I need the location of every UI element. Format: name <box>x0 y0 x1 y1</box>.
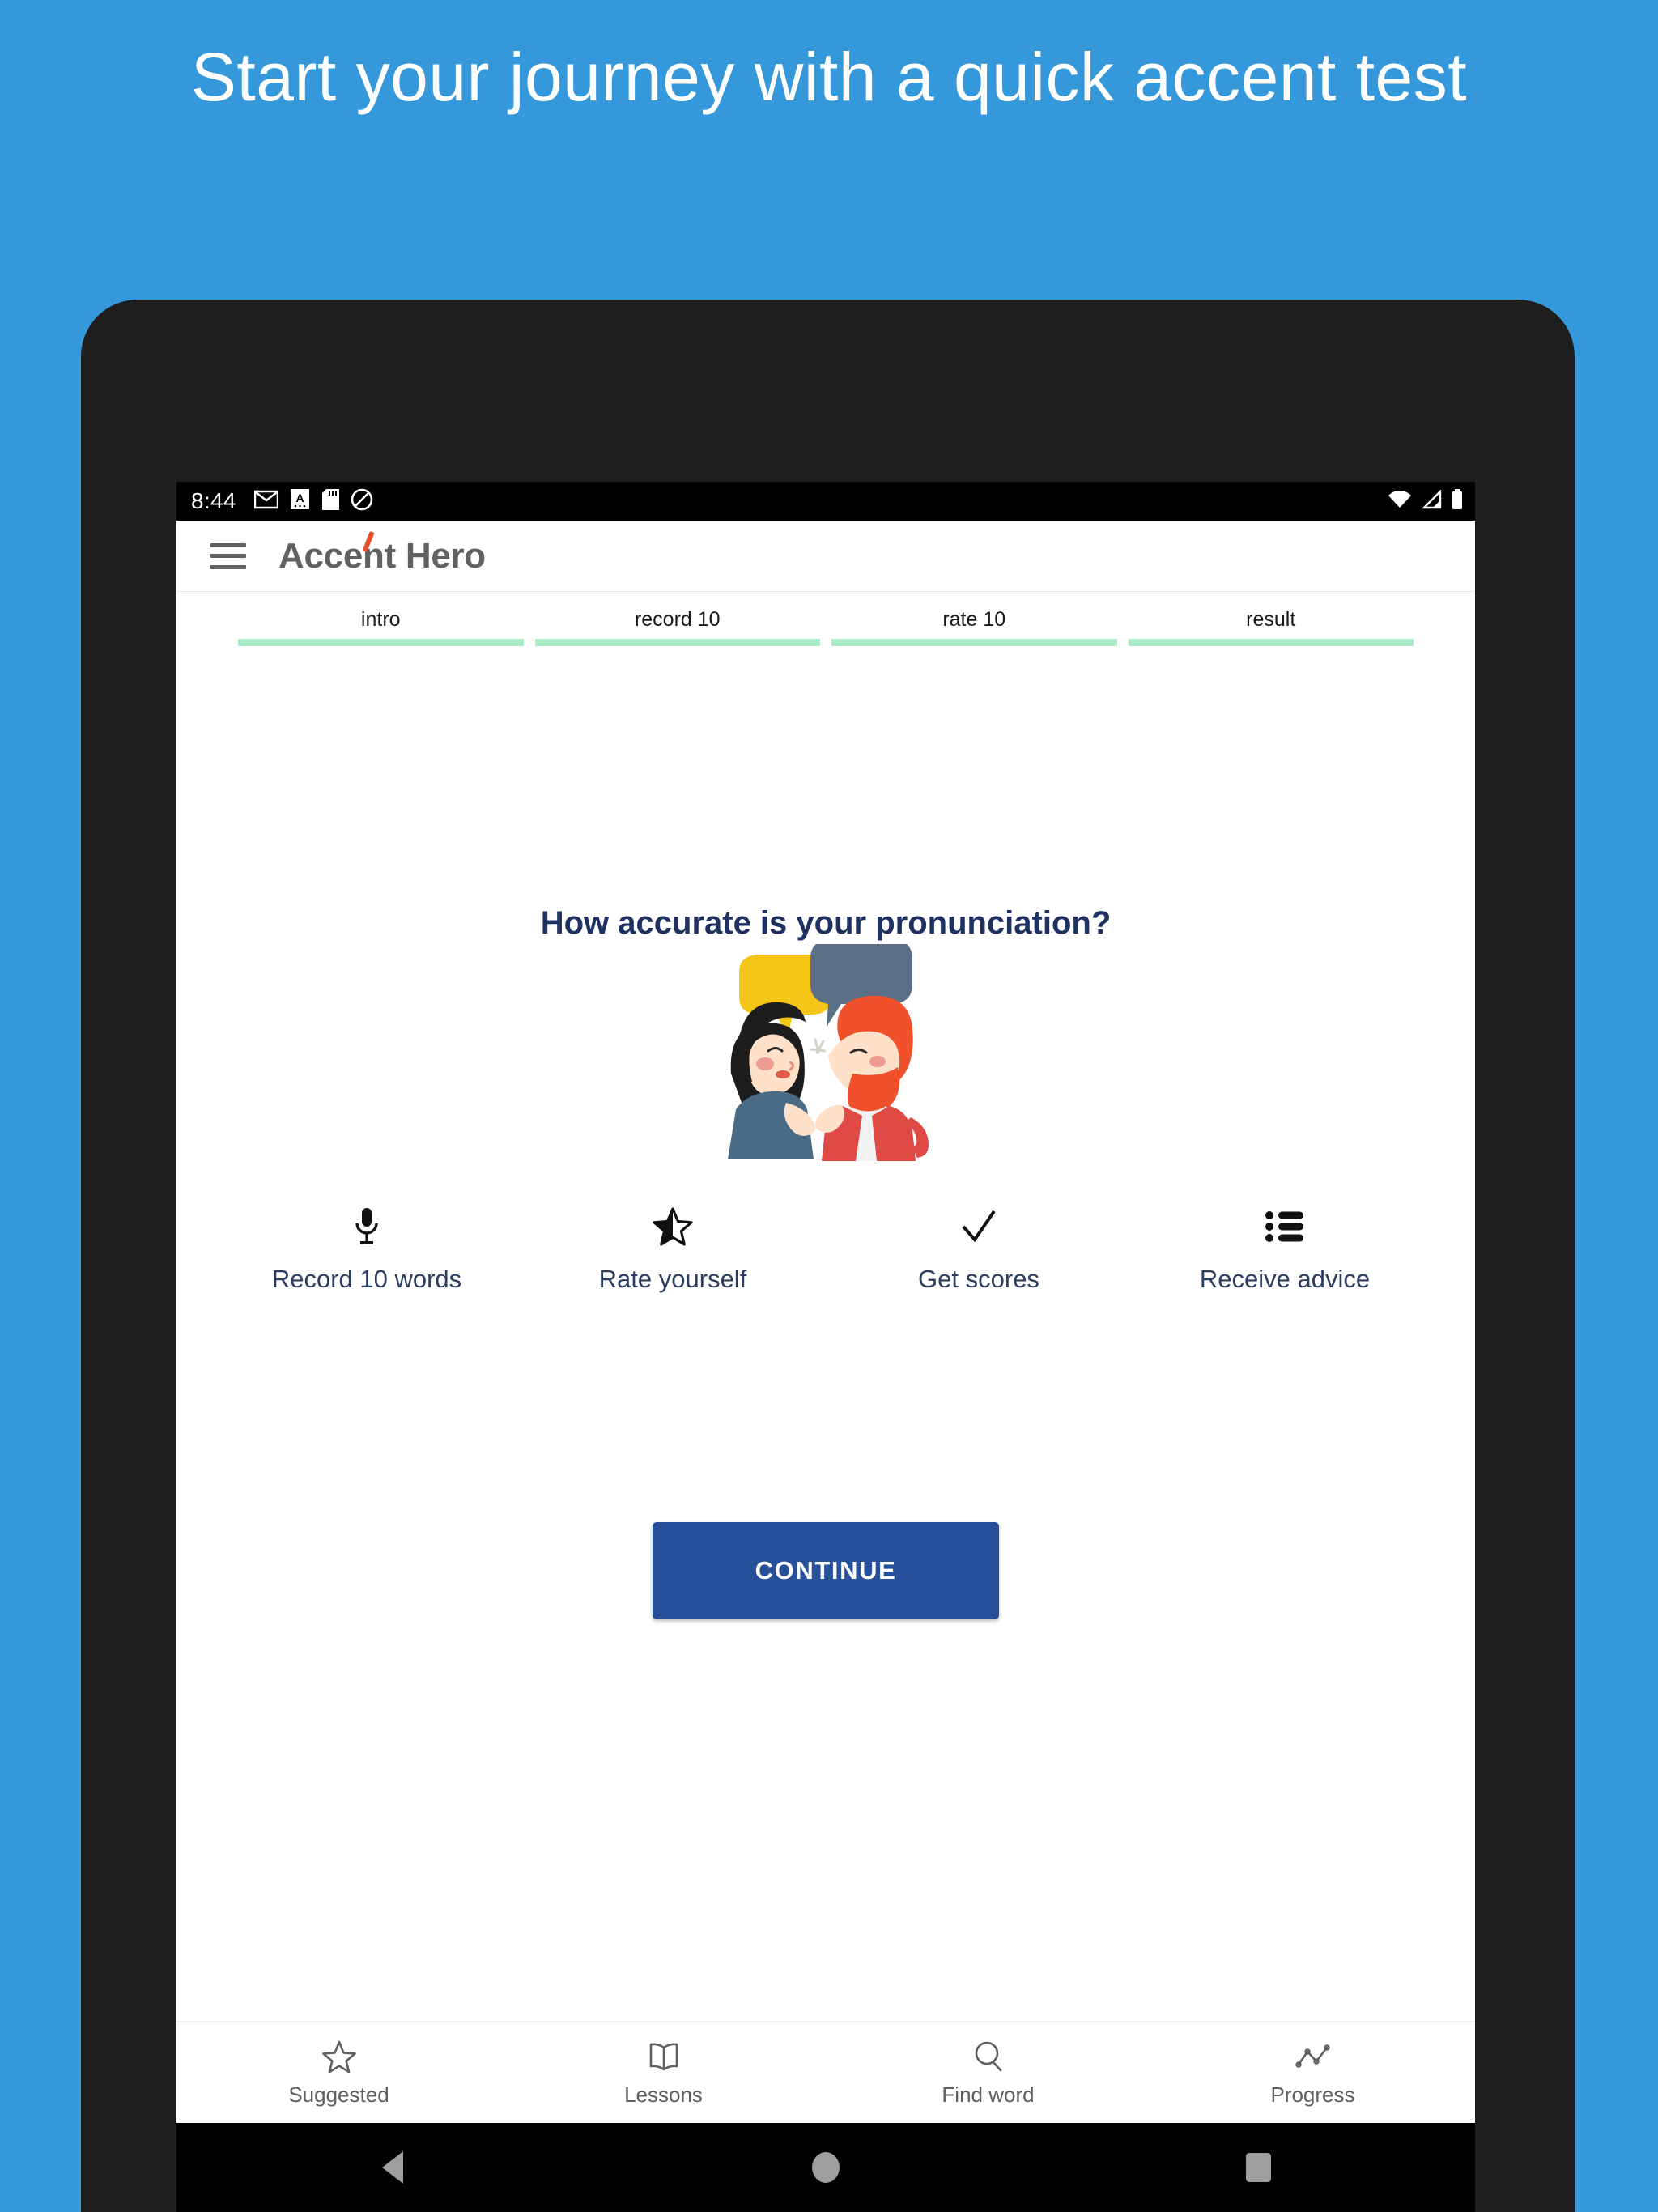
hamburger-line <box>210 554 246 558</box>
nav-item-suggested[interactable]: Suggested <box>176 2037 501 2108</box>
back-triangle-icon <box>382 2151 404 2184</box>
microphone-icon <box>352 1202 381 1252</box>
do-not-disturb-icon <box>351 488 373 515</box>
stepper-label: intro <box>360 608 401 631</box>
app-title: Accent Hero <box>278 530 486 576</box>
main-content: How accurate is your pronunciation? Reco… <box>176 646 1475 2021</box>
home-circle-icon <box>812 2152 840 2183</box>
nav-item-find-word[interactable]: Find word <box>826 2037 1150 2108</box>
device-screen: 8:44 A Accent Hero intro record 10 rate … <box>176 482 1475 2212</box>
hamburger-line <box>210 542 246 547</box>
nav-label: Suggested <box>288 2082 389 2107</box>
feature-label: Rate yourself <box>598 1265 747 1293</box>
stepper-label: result <box>1246 608 1296 631</box>
page-title: How accurate is your pronunciation? <box>540 905 1112 941</box>
feature-advice: Receive advice <box>1132 1202 1438 1294</box>
feature-list: Record 10 words Rate yourself Get scores <box>176 1202 1475 1294</box>
stepper-bar <box>238 639 524 646</box>
stepper-step-rate[interactable]: rate 10 <box>831 608 1117 646</box>
stepper-step-record[interactable]: record 10 <box>534 608 820 646</box>
hamburger-menu-icon[interactable] <box>210 542 246 569</box>
device-frame: 8:44 A Accent Hero intro record 10 rate … <box>81 300 1575 2212</box>
check-icon <box>959 1202 998 1252</box>
app-title-text: Accent Hero <box>278 535 486 576</box>
stepper-label: rate 10 <box>942 608 1006 631</box>
sd-card-icon <box>321 488 339 515</box>
keyboard-language-icon: A <box>290 488 310 514</box>
back-button[interactable] <box>176 2151 610 2184</box>
stepper-bar <box>1128 639 1414 646</box>
stepper-step-intro[interactable]: intro <box>238 608 524 646</box>
nav-item-lessons[interactable]: Lessons <box>501 2037 826 2108</box>
stepper-step-result[interactable]: result <box>1128 608 1414 646</box>
status-bar-clock: 8:44 <box>191 488 236 513</box>
star-outline-icon <box>321 2037 356 2076</box>
system-navigation-bar <box>176 2123 1475 2212</box>
status-bar: 8:44 A <box>176 482 1475 521</box>
status-bar-right-icons <box>1388 488 1464 514</box>
nav-label: Find word <box>942 2082 1035 2107</box>
feature-label: Receive advice <box>1199 1265 1371 1293</box>
search-icon <box>973 2037 1004 2076</box>
nav-item-progress[interactable]: Progress <box>1150 2037 1475 2108</box>
list-icon <box>1265 1202 1304 1252</box>
promo-headline: Start your journey with a quick accent t… <box>190 38 1468 115</box>
app-bar: Accent Hero <box>176 521 1475 592</box>
gmail-icon <box>253 489 278 514</box>
nav-label: Progress <box>1270 2082 1355 2107</box>
book-icon <box>648 2037 679 2076</box>
recents-square-icon <box>1246 2153 1272 2182</box>
stepper-bar <box>534 639 820 646</box>
home-button[interactable] <box>610 2152 1043 2183</box>
nav-label: Lessons <box>624 2082 703 2107</box>
chart-line-icon <box>1295 2037 1331 2076</box>
stepper-label: record 10 <box>634 608 721 631</box>
feature-label: Get scores <box>918 1265 1039 1293</box>
svg-text:A: A <box>295 491 304 504</box>
feature-record: Record 10 words <box>214 1202 520 1294</box>
continue-button-wrap: CONTINUE <box>176 1522 1475 1619</box>
cellular-signal-icon <box>1421 488 1442 513</box>
bottom-navigation: Suggested Lessons Find word Progress <box>176 2021 1475 2123</box>
stepper: intro record 10 rate 10 result <box>176 592 1475 646</box>
feature-scores: Get scores <box>826 1202 1132 1294</box>
continue-button[interactable]: CONTINUE <box>653 1522 999 1619</box>
battery-icon <box>1451 488 1464 514</box>
stepper-bar <box>831 639 1117 646</box>
feature-label: Record 10 words <box>271 1265 462 1293</box>
wifi-icon <box>1388 490 1412 513</box>
feature-rate: Rate yourself <box>520 1202 826 1294</box>
hamburger-line <box>210 564 246 569</box>
two-people-talking-illustration <box>708 939 943 1163</box>
star-half-icon <box>653 1202 693 1252</box>
status-bar-left-icons: A <box>253 488 373 515</box>
recents-button[interactable] <box>1042 2153 1475 2182</box>
